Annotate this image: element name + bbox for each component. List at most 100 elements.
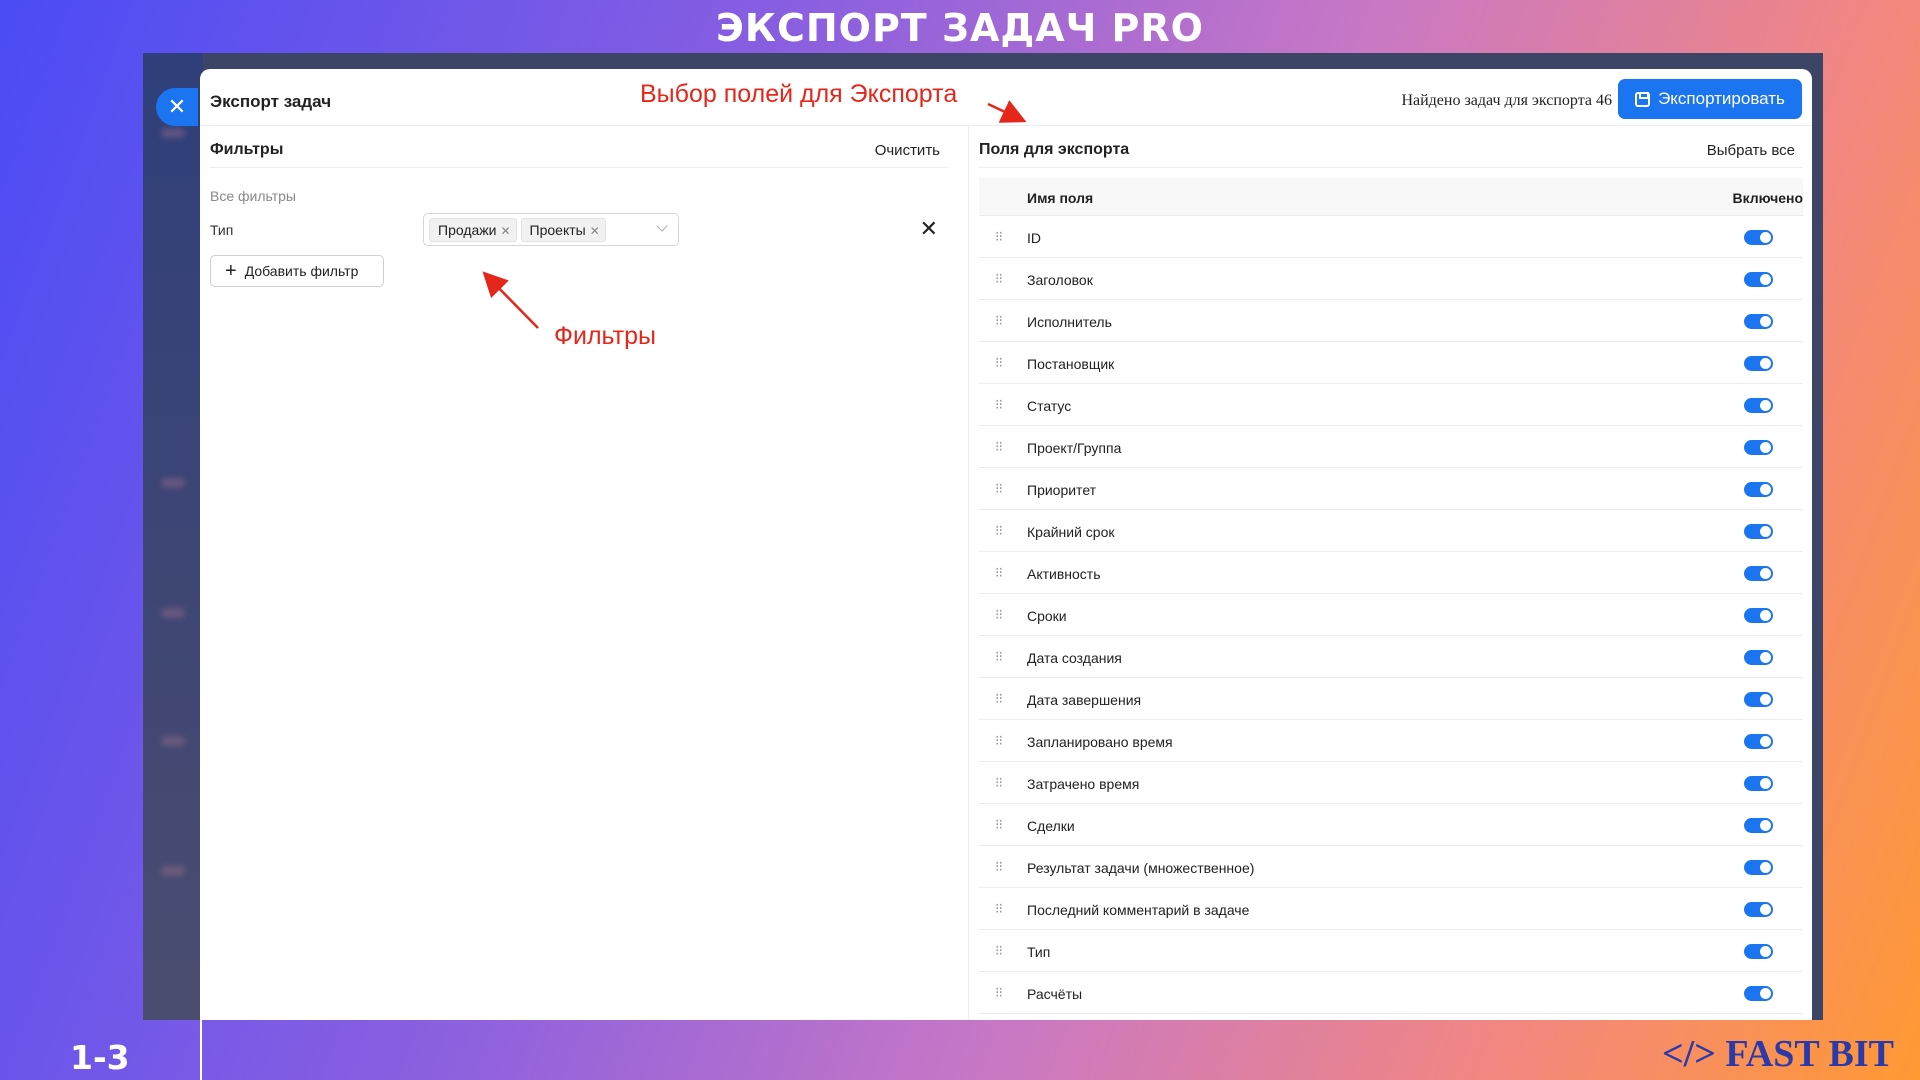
slide-title: ЭКСПОРТ ЗАДАЧ PRO xyxy=(716,6,1204,50)
filter-tag-label: Продажи xyxy=(438,222,497,238)
annotation-fields: Выбор полей для Экспорта xyxy=(640,80,958,108)
filter-row-type: Тип Продажи ✕ Проекты ✕ ✕ xyxy=(210,213,948,247)
export-panel: Экспорт задач Найдено задач для экспорта… xyxy=(200,69,1812,1020)
field-enabled-toggle[interactable] xyxy=(1744,860,1773,875)
drag-handle-icon[interactable]: ⁝⁝ xyxy=(995,943,1005,957)
field-enabled-toggle[interactable] xyxy=(1744,524,1773,539)
field-row: ⁝⁝ Расчёты xyxy=(979,972,1803,1014)
column-header-name: Имя поля xyxy=(1027,190,1094,206)
field-row: ⁝⁝ Затрачено время xyxy=(979,762,1803,804)
remove-tag-icon[interactable]: ✕ xyxy=(500,222,510,241)
close-panel-button[interactable]: ✕ xyxy=(156,88,198,126)
field-enabled-toggle[interactable] xyxy=(1744,566,1773,581)
field-name: Тип xyxy=(1027,944,1051,960)
field-name: Заголовок xyxy=(1027,272,1093,288)
field-enabled-toggle[interactable] xyxy=(1744,398,1773,413)
field-row: ⁝⁝ Результат задачи (множественное) xyxy=(979,846,1803,888)
field-row: ⁝⁝ Дата создания xyxy=(979,636,1803,678)
field-enabled-toggle[interactable] xyxy=(1744,314,1773,329)
add-filter-button[interactable]: + Добавить фильтр xyxy=(210,255,384,287)
filters-section: Фильтры Очистить Все фильтры Тип Продажи… xyxy=(210,126,948,1020)
fields-section: Поля для экспорта Выбрать все Имя поля В… xyxy=(968,126,1803,1020)
drag-handle-icon[interactable]: ⁝⁝ xyxy=(995,313,1005,327)
drag-handle-icon[interactable]: ⁝⁝ xyxy=(995,271,1005,285)
drag-handle-icon[interactable]: ⁝⁝ xyxy=(995,355,1005,369)
drag-handle-icon[interactable]: ⁝⁝ xyxy=(995,607,1005,621)
export-button[interactable]: Экспортировать xyxy=(1618,79,1802,119)
drag-handle-icon[interactable]: ⁝⁝ xyxy=(995,901,1005,915)
select-all-button[interactable]: Выбрать все xyxy=(1707,142,1795,159)
drag-handle-icon[interactable]: ⁝⁝ xyxy=(995,397,1005,411)
fields-title: Поля для экспорта xyxy=(979,141,1130,158)
column-header-enabled: Включено xyxy=(1732,190,1803,206)
field-row: ⁝⁝ Исполнитель xyxy=(979,300,1803,342)
field-name: Крайний срок xyxy=(1027,524,1115,540)
all-filters-label: Все фильтры xyxy=(210,188,296,204)
fields-table-body: ⁝⁝ ID ⁝⁝ Заголовок ⁝⁝ Исполнитель ⁝⁝ Постановщи… xyxy=(979,216,1803,1014)
field-name: Запланировано время xyxy=(1027,734,1173,750)
panel-header: Экспорт задач Найдено задач для экспорта… xyxy=(200,69,1812,126)
field-row: ⁝⁝ Тип xyxy=(979,930,1803,972)
field-name: Сделки xyxy=(1027,818,1075,834)
field-name: Результат задачи (множественное) xyxy=(1027,860,1255,876)
field-name: Дата создания xyxy=(1027,650,1122,666)
app-screen: ✕ Экспорт задач Найдено задач для экспор… xyxy=(143,53,1823,1020)
field-row: ⁝⁝ Постановщик xyxy=(979,342,1803,384)
drag-handle-icon[interactable]: ⁝⁝ xyxy=(995,775,1005,789)
drag-handle-icon[interactable]: ⁝⁝ xyxy=(995,439,1005,453)
field-row: ⁝⁝ Крайний срок xyxy=(979,510,1803,552)
fields-table-header: Имя поля Включено xyxy=(979,178,1803,216)
slide-number: 1-3 xyxy=(70,1038,130,1077)
field-enabled-toggle[interactable] xyxy=(1744,776,1773,791)
field-name: Затрачено время xyxy=(1027,776,1140,792)
field-enabled-toggle[interactable] xyxy=(1744,482,1773,497)
drag-handle-icon[interactable]: ⁝⁝ xyxy=(995,229,1005,243)
field-enabled-toggle[interactable] xyxy=(1744,986,1773,1001)
drag-handle-icon[interactable]: ⁝⁝ xyxy=(995,565,1005,579)
add-filter-label: Добавить фильтр xyxy=(244,263,359,279)
drag-handle-icon[interactable]: ⁝⁝ xyxy=(995,817,1005,831)
drag-handle-icon[interactable]: ⁝⁝ xyxy=(995,481,1005,495)
field-enabled-toggle[interactable] xyxy=(1744,356,1773,371)
save-icon xyxy=(1635,91,1651,107)
field-row: ⁝⁝ ID xyxy=(979,216,1803,258)
field-name: Расчёты xyxy=(1027,986,1083,1002)
drag-handle-icon[interactable]: ⁝⁝ xyxy=(995,649,1005,663)
field-row: ⁝⁝ Запланировано время xyxy=(979,720,1803,762)
filter-tag-label: Проекты xyxy=(529,222,586,238)
drag-handle-icon[interactable]: ⁝⁝ xyxy=(995,733,1005,747)
remove-filter-icon[interactable]: ✕ xyxy=(920,216,938,242)
filters-header: Фильтры Очистить xyxy=(210,126,948,168)
remove-tag-icon[interactable]: ✕ xyxy=(590,222,600,241)
field-name: Приоритет xyxy=(1027,482,1097,498)
field-enabled-toggle[interactable] xyxy=(1744,650,1773,665)
field-enabled-toggle[interactable] xyxy=(1744,944,1773,959)
clear-filters-button[interactable]: Очистить xyxy=(875,142,940,159)
field-name: Активность xyxy=(1027,566,1101,582)
brand-logo: </> FAST BIT xyxy=(1662,1033,1894,1075)
field-name: Постановщик xyxy=(1027,356,1115,372)
field-name: Проект/Группа xyxy=(1027,440,1122,456)
field-enabled-toggle[interactable] xyxy=(1744,272,1773,287)
field-enabled-toggle[interactable] xyxy=(1744,692,1773,707)
field-enabled-toggle[interactable] xyxy=(1744,608,1773,623)
field-row: ⁝⁝ Сделки xyxy=(979,804,1803,846)
field-enabled-toggle[interactable] xyxy=(1744,818,1773,833)
drag-handle-icon[interactable]: ⁝⁝ xyxy=(995,985,1005,999)
field-name: Дата завершения xyxy=(1027,692,1142,708)
field-enabled-toggle[interactable] xyxy=(1744,734,1773,749)
field-enabled-toggle[interactable] xyxy=(1744,440,1773,455)
drag-handle-icon[interactable]: ⁝⁝ xyxy=(995,691,1005,705)
footer-divider xyxy=(200,1020,202,1080)
field-enabled-toggle[interactable] xyxy=(1744,902,1773,917)
filter-label: Тип xyxy=(210,222,234,238)
field-enabled-toggle[interactable] xyxy=(1744,230,1773,245)
field-row: ⁝⁝ Последний комментарий в задаче xyxy=(979,888,1803,930)
field-name: ID xyxy=(1027,230,1041,246)
field-name: Сроки xyxy=(1027,608,1067,624)
chevron-down-icon[interactable] xyxy=(656,220,668,232)
type-multiselect[interactable]: Продажи ✕ Проекты ✕ xyxy=(423,213,679,246)
drag-handle-icon[interactable]: ⁝⁝ xyxy=(995,859,1005,873)
filters-title: Фильтры xyxy=(210,141,284,158)
drag-handle-icon[interactable]: ⁝⁝ xyxy=(995,523,1005,537)
